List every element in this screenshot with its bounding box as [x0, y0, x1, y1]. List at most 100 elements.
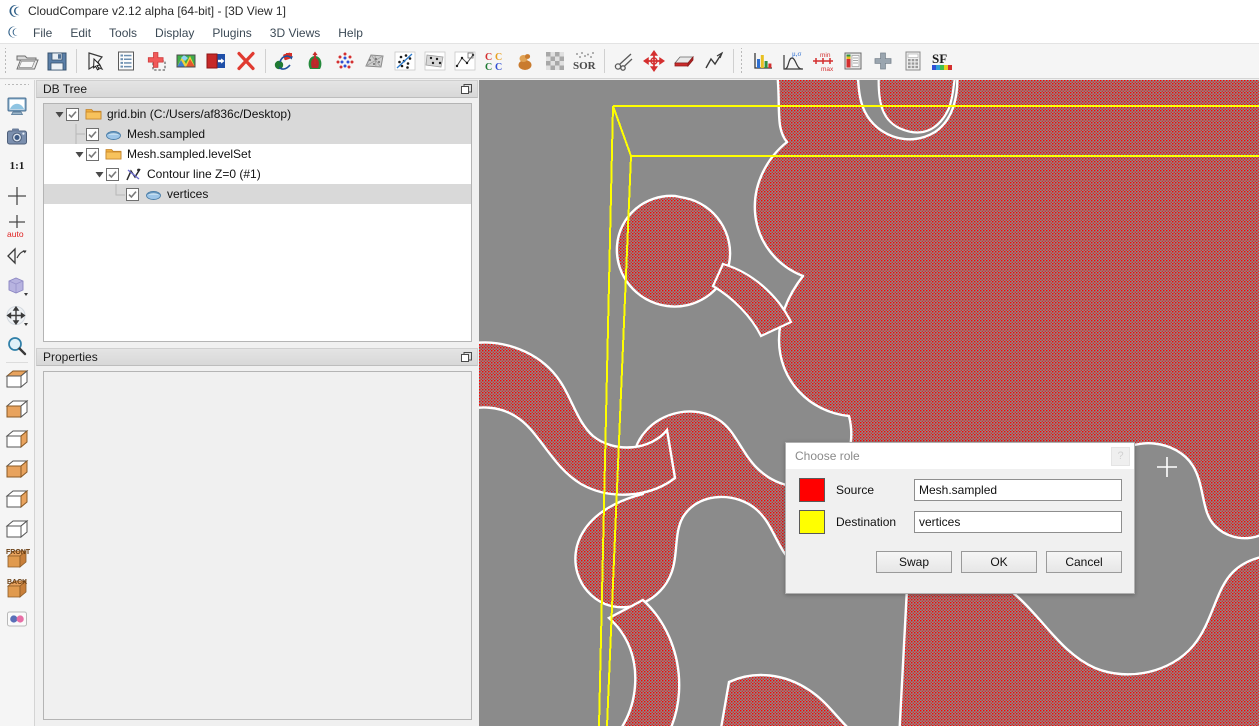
properties-table[interactable]	[43, 371, 472, 720]
select-entity-icon[interactable]	[81, 46, 111, 76]
cloud-cloud-dist-icon[interactable]	[300, 46, 330, 76]
registration-align-icon[interactable]	[270, 46, 300, 76]
add-scalar-field-icon[interactable]	[141, 46, 171, 76]
tree-expander-icon[interactable]	[52, 104, 66, 124]
float-undock-icon[interactable]	[459, 82, 473, 96]
move-translate-icon[interactable]	[2, 301, 33, 331]
toolbar-grip-2[interactable]	[739, 48, 746, 74]
menu-display[interactable]: Display	[146, 24, 203, 42]
main-toolbar: C C C C	[0, 44, 1259, 79]
toggle-view-mode-icon[interactable]	[2, 241, 33, 271]
destination-color-swatch	[799, 510, 825, 534]
view-back-cube-icon[interactable]: BACK	[2, 574, 33, 604]
magnifier-zoom-icon[interactable]	[2, 331, 33, 361]
destination-row: Destination vertices	[799, 510, 1122, 534]
auto-crosshair-icon[interactable]: auto	[2, 211, 33, 241]
tree-item-label: Mesh.sampled	[127, 127, 205, 141]
leftbar-grip[interactable]	[5, 82, 29, 89]
clay-statistics-icon[interactable]	[510, 46, 540, 76]
calculator-icon[interactable]	[898, 46, 928, 76]
crosshair-center-icon[interactable]	[2, 181, 33, 211]
plus-add-icon[interactable]	[868, 46, 898, 76]
tree-expander-icon[interactable]	[72, 144, 86, 164]
min-max-icon[interactable]: min max	[808, 46, 838, 76]
db-tree[interactable]: grid.bin (C:/Users/af836c/Desktop) Mesh.s…	[43, 103, 472, 342]
tree-checkbox[interactable]	[126, 188, 139, 201]
gaussian-stats-icon[interactable]: μ,σ	[778, 46, 808, 76]
menu-edit[interactable]: Edit	[61, 24, 100, 42]
3d-view-1[interactable]	[479, 80, 1259, 726]
tree-item-label: grid.bin (C:/Users/af836c/Desktop)	[107, 107, 291, 121]
stereo-glasses-icon[interactable]	[2, 604, 33, 634]
tree-item-mesh-sampled-levelset[interactable]: Mesh.sampled.levelSet	[44, 144, 471, 164]
tree-item-contour-line[interactable]: Contour line Z=0 (#1)	[44, 164, 471, 184]
translate-rotate-icon[interactable]	[639, 46, 669, 76]
ok-button[interactable]: OK	[961, 551, 1037, 573]
dialog-title: Choose role	[795, 449, 1111, 463]
choose-role-dialog[interactable]: Choose role ? Source Mesh.sampled Destin…	[785, 442, 1135, 594]
open-folder-icon[interactable]	[12, 46, 42, 76]
tree-checkbox[interactable]	[86, 148, 99, 161]
cancel-button[interactable]: Cancel	[1046, 551, 1122, 573]
svg-text:C: C	[495, 62, 502, 72]
tree-checkbox[interactable]	[86, 128, 99, 141]
normals-compute-icon[interactable]	[390, 46, 420, 76]
tree-checkbox[interactable]	[106, 168, 119, 181]
delete-cross-icon[interactable]	[231, 46, 261, 76]
float-undock-icon[interactable]	[459, 350, 473, 364]
sor-filter-icon[interactable]: SOR	[570, 46, 600, 76]
dialog-body: Source Mesh.sampled Destination vertices	[786, 469, 1134, 534]
view-iso2-cube-icon[interactable]	[2, 514, 33, 544]
3d-scene	[479, 80, 1259, 726]
properties-panel-body	[36, 366, 478, 726]
dialog-title-bar[interactable]: Choose role ?	[786, 443, 1134, 469]
view-iso1-cube-icon[interactable]	[2, 484, 33, 514]
help-question-icon[interactable]: ?	[1111, 447, 1130, 466]
tree-item-grid-bin[interactable]: grid.bin (C:/Users/af836c/Desktop)	[44, 104, 471, 124]
svg-text:FRONT: FRONT	[6, 549, 30, 556]
view-left-cube-icon[interactable]	[2, 424, 33, 454]
color-scale-icon[interactable]	[838, 46, 868, 76]
tree-item-mesh-sampled[interactable]: Mesh.sampled	[44, 124, 471, 144]
source-input[interactable]: Mesh.sampled	[914, 479, 1122, 501]
menu-tools[interactable]: Tools	[100, 24, 146, 42]
polyline-sample-icon[interactable]	[450, 46, 480, 76]
camera-snapshot-icon[interactable]	[2, 121, 33, 151]
view-front-cube-icon[interactable]: FRONT	[2, 544, 33, 574]
view-bottom-cube-icon[interactable]	[2, 394, 33, 424]
fit-plane-icon[interactable]	[420, 46, 450, 76]
menu-file[interactable]: File	[24, 24, 61, 42]
zoom-one-to-one-icon[interactable]: 1:1	[2, 151, 33, 181]
menu-plugins[interactable]: Plugins	[203, 24, 260, 42]
tree-checkbox[interactable]	[66, 108, 79, 121]
checkerboard-icon[interactable]	[540, 46, 570, 76]
display-screen-icon[interactable]	[2, 91, 33, 121]
menu-3d-views[interactable]: 3D Views	[261, 24, 329, 42]
cross-section-icon[interactable]	[669, 46, 699, 76]
sf-colorbar-icon[interactable]: SF	[928, 46, 958, 76]
list-properties-icon[interactable]	[111, 46, 141, 76]
swap-button[interactable]: Swap	[876, 551, 952, 573]
svg-text:BACK: BACK	[7, 579, 27, 586]
toolbar-grip[interactable]	[3, 48, 10, 74]
subsample-points-icon[interactable]	[330, 46, 360, 76]
save-floppy-icon[interactable]	[42, 46, 72, 76]
destination-label: Destination	[836, 515, 914, 529]
tree-expander-icon[interactable]	[92, 164, 106, 184]
cc-cc-compare-icon[interactable]: C C C C	[480, 46, 510, 76]
cloud-icon	[144, 186, 162, 202]
polyline-edit-icon[interactable]	[699, 46, 729, 76]
tree-item-vertices[interactable]: vertices	[44, 184, 471, 204]
destination-input[interactable]: vertices	[914, 511, 1122, 533]
tree-item-label: Mesh.sampled.levelSet	[127, 147, 251, 161]
import-arrow-icon[interactable]	[201, 46, 231, 76]
colors-palette-icon[interactable]	[171, 46, 201, 76]
properties-title-label: Properties	[43, 350, 459, 364]
scissors-segment-icon[interactable]	[609, 46, 639, 76]
view-right-cube-icon[interactable]	[2, 454, 33, 484]
histogram-icon[interactable]	[748, 46, 778, 76]
menu-help[interactable]: Help	[329, 24, 372, 42]
cube-light-icon[interactable]	[2, 271, 33, 301]
view-top-cube-icon[interactable]	[2, 364, 33, 394]
mesh-grey-icon[interactable]	[360, 46, 390, 76]
